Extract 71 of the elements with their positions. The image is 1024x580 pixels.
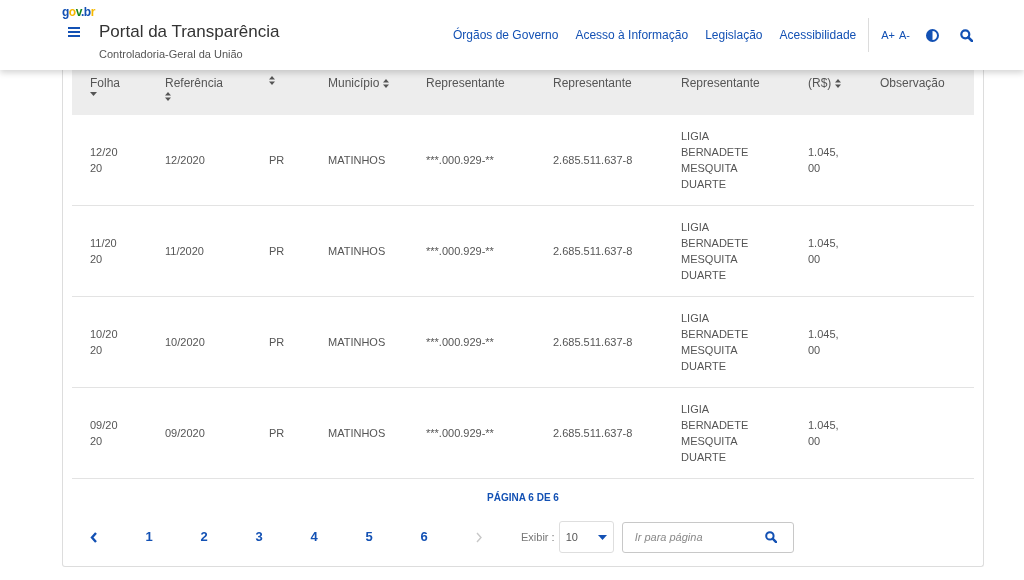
table-cell-text: MATINHOS (328, 153, 386, 168)
menu-icon[interactable] (68, 27, 80, 37)
table-cell-text: 12/2020 (90, 145, 119, 176)
page-number-button[interactable]: 6 (408, 522, 440, 552)
sort-icon[interactable] (383, 78, 390, 88)
table-cell-text: LIGIA BERNADETE MESQUITA DUARTE (681, 129, 750, 192)
table-cell-text: 2.685.511.637-8 (553, 244, 633, 259)
column-header: Município (328, 76, 380, 90)
page-number-button[interactable]: 4 (298, 522, 330, 552)
table-cell-text: MATINHOS (328, 335, 386, 350)
portal-subtitle: Controladoria-Geral da União (99, 48, 244, 61)
column-header: Representante (681, 76, 760, 90)
chevron-right-icon (475, 531, 483, 543)
nav-link[interactable]: Acesso à Informação (575, 26, 689, 44)
go-to-page-field[interactable]: Ir para página (621, 521, 794, 553)
sort-descending-icon[interactable] (90, 92, 97, 96)
sort-icon[interactable] (269, 76, 275, 85)
table-cell-text: 1.045,00 (808, 327, 840, 358)
table-cell-text: 1.045,00 (808, 236, 840, 267)
table-cell-text: 10/2020 (90, 327, 119, 358)
table-cell-text: 09/2020 (90, 418, 119, 449)
table-cell-text: 2.685.511.637-8 (553, 335, 633, 350)
search-icon[interactable] (764, 530, 777, 543)
portal-title: Portal da Transparência (99, 22, 280, 42)
contrast-icon[interactable] (926, 28, 939, 42)
table-cell-text: 11/2020 (165, 244, 204, 259)
sort-icon[interactable] (165, 92, 171, 101)
column-header: Observação (880, 76, 945, 90)
table-cell-text: 2.685.511.637-8 (553, 153, 633, 168)
gov-logo[interactable]: gov.br (62, 5, 95, 19)
table-cell-text: 1.045,00 (808, 418, 840, 449)
caret-down-icon (597, 534, 607, 540)
page-number-button[interactable]: 3 (243, 522, 275, 552)
table-cell-text: MATINHOS (328, 426, 386, 441)
column-header: Referência (165, 76, 224, 90)
column-header: Representante (553, 76, 632, 90)
nav-link[interactable]: Órgãos de Governo (453, 26, 559, 44)
page-number-button[interactable]: 5 (353, 522, 385, 552)
table-cell-text: PR (269, 426, 285, 441)
table-cell-text: LIGIA BERNADETE MESQUITA DUARTE (681, 311, 750, 374)
page-size-select[interactable]: 10 (558, 521, 614, 553)
search-icon[interactable] (960, 28, 973, 42)
table-cell-text: LIGIA BERNADETE MESQUITA DUARTE (681, 402, 750, 465)
table-cell-text: 11/2020 (90, 236, 118, 267)
table-cell-text: ***.000.929-** (426, 153, 494, 168)
page-size-label: Exibir : (521, 529, 555, 545)
table-cell-text: LIGIA BERNADETE MESQUITA DUARTE (681, 220, 750, 283)
font-size-button[interactable]: A- (899, 28, 910, 42)
font-size-button[interactable]: A+ (881, 28, 895, 42)
nav-link[interactable]: Legislação (705, 26, 763, 44)
table-cell-text: ***.000.929-** (426, 244, 494, 259)
page-status: PÁGINA 6 DE 6 (487, 492, 559, 504)
table-cell-text: ***.000.929-** (426, 335, 494, 350)
table-cell-text: 1.045,00 (808, 145, 840, 176)
sort-icon[interactable] (835, 78, 842, 88)
column-header: (R$) (808, 76, 832, 90)
column-header: Representante (426, 76, 505, 90)
page-number-button[interactable]: 2 (188, 522, 220, 552)
nav-link[interactable]: Acessibilidade (779, 26, 857, 44)
table-cell-text: 10/2020 (165, 335, 205, 350)
table-cell-text: ***.000.929-** (426, 426, 494, 441)
column-header: Folha (90, 76, 121, 90)
page-number-button[interactable]: 1 (133, 522, 165, 552)
table-cell-text: PR (269, 244, 285, 259)
table-cell-text: MATINHOS (328, 244, 386, 259)
table-cell-text: 12/2020 (165, 153, 205, 168)
table-cell-text: PR (269, 335, 285, 350)
table-cell-text: 2.685.511.637-8 (553, 426, 633, 441)
table-cell-text: PR (269, 153, 285, 168)
chevron-left-icon (90, 531, 98, 543)
table-cell-text: 09/2020 (165, 426, 205, 441)
